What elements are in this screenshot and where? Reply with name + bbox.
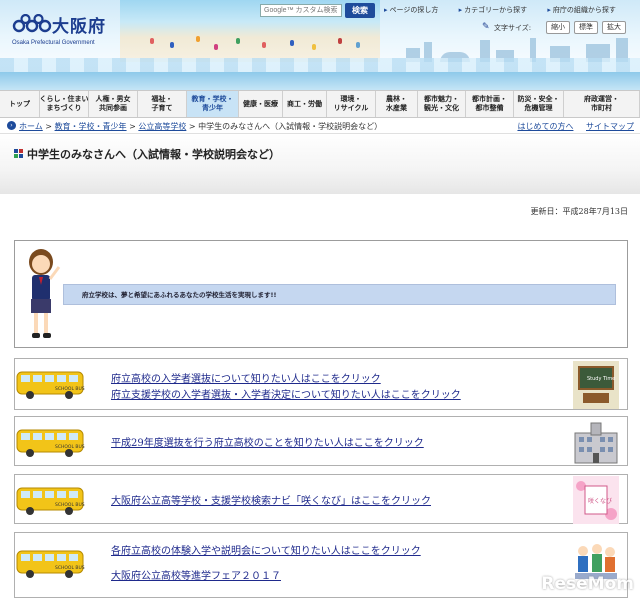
- student-girl-illustration: [21, 247, 61, 343]
- nav-item[interactable]: 健康・医療: [239, 91, 283, 117]
- svg-text:Study Time: Study Time: [587, 376, 615, 382]
- breadcrumb-current: 中学生のみなさんへ（入試情報・学校説明会など）: [198, 122, 383, 131]
- breadcrumb-home[interactable]: ホーム: [19, 122, 43, 131]
- row-link[interactable]: 府立高校の入学者選抜について知りたい人はここをクリック: [111, 370, 381, 385]
- logo-subtitle: Osaka Prefectural Government: [12, 40, 95, 46]
- updated-date: 更新日：平成28年7月13日: [530, 207, 628, 216]
- svg-text:SCHOOL BUS: SCHOOL BUS: [55, 502, 85, 508]
- school-bus-icon: SCHOOL BUS: [15, 424, 95, 460]
- top-link-by-organization[interactable]: ▸ 府庁の組織から探す: [547, 6, 625, 14]
- nav-item-label: トップ: [9, 99, 30, 108]
- nav-item-label: 教育・学校・ 青少年: [191, 95, 234, 112]
- svg-text:SCHOOL BUS: SCHOOL BUS: [55, 386, 85, 392]
- svg-text:SCHOOL BUS: SCHOOL BUS: [55, 444, 85, 450]
- sakunavi-illustration: 咲くなび: [573, 476, 619, 524]
- nav-item[interactable]: 教育・学校・ 青少年: [187, 91, 239, 117]
- sitemap-link[interactable]: サイトマップ: [586, 122, 634, 131]
- row-link[interactable]: 府立支援学校の入学者選抜・入学者決定について知りたい人はここをクリック: [111, 386, 461, 401]
- breadcrumb: › ホーム > 教育・学校・青少年 > 公立高等学校 > 中学生のみなさんへ（入…: [0, 118, 640, 134]
- nav-item[interactable]: くらし・住まい まちづくり: [40, 91, 89, 117]
- link-row: SCHOOL BUS 大阪府公立高等学校・支援学校検索ナビ「咲くなび」はここをクリ…: [14, 474, 628, 524]
- nav-item-label: くらし・住まい まちづくり: [39, 95, 89, 112]
- svg-text:SCHOOL BUS: SCHOOL BUS: [55, 565, 85, 571]
- nav-item[interactable]: 府政運営・ 市町村: [564, 91, 640, 117]
- search-input[interactable]: Google™ カスタム検索: [260, 4, 342, 17]
- arrow-icon: ▸: [547, 6, 551, 14]
- watermark: ReseMom: [541, 574, 634, 594]
- nav-item-label: 府政運営・ 市町村: [584, 95, 619, 112]
- global-nav: トップ くらし・住まい まちづくり 人権・男女 共同参画 福祉・ 子育て 教育・学校・ …: [0, 90, 640, 118]
- nav-item-label: 都市計画・ 都市整備: [472, 95, 507, 112]
- nav-item-label: 都市魅力・ 観光・文化: [424, 95, 459, 112]
- breadcrumb-highschool[interactable]: 公立高等学校: [138, 122, 186, 131]
- board-illustration: Study Time: [573, 361, 619, 409]
- intro-box: 府立学校は、夢と希望にあふれるあなたの学校生活を実現します!!: [14, 240, 628, 348]
- font-size-large-button[interactable]: 拡大: [602, 21, 626, 34]
- logo-name: 大阪府: [52, 17, 106, 37]
- font-size-label: 文字サイズ:: [494, 24, 532, 32]
- school-bus-icon: SCHOOL BUS: [15, 482, 95, 518]
- nav-item[interactable]: 環境・ リサイクル: [327, 91, 376, 117]
- page-title-bar: 中学生のみなさんへ（入試情報・学校説明会など）: [0, 134, 640, 194]
- text-size-icon: ✎: [482, 22, 490, 32]
- nav-item[interactable]: 防災・安全・ 危機管理: [514, 91, 564, 117]
- breadcrumb-education[interactable]: 教育・学校・青少年: [55, 122, 127, 131]
- title-squares-icon: [14, 149, 23, 158]
- link-row: SCHOOL BUS 府立高校の入学者選抜について知りたい人はここをクリック 府立支…: [14, 358, 628, 410]
- top-link-how-to-find[interactable]: ▸ ページの探し方: [384, 6, 447, 14]
- first-time-link[interactable]: はじめての方へ: [517, 122, 573, 131]
- nav-item-label: 農林・ 水産業: [386, 95, 407, 112]
- search-button[interactable]: 検索: [345, 3, 375, 18]
- row-link[interactable]: 大阪府公立高校等進学フェア２０１７: [111, 567, 281, 582]
- nav-item[interactable]: 商工・労働: [283, 91, 327, 117]
- font-size-small-button[interactable]: 縮小: [546, 21, 570, 34]
- row-link[interactable]: 大阪府公立高等学校・支援学校検索ナビ「咲くなび」はここをクリック: [111, 492, 431, 507]
- nav-item[interactable]: 農林・ 水産業: [376, 91, 418, 117]
- nav-item-label: 環境・ リサイクル: [333, 95, 369, 112]
- nav-item[interactable]: 都市魅力・ 観光・文化: [418, 91, 466, 117]
- nav-item[interactable]: 都市計画・ 都市整備: [466, 91, 514, 117]
- wave-band: [0, 72, 640, 90]
- nav-item-label: 福祉・ 子育て: [151, 95, 173, 112]
- osaka-emblem-icon: [12, 13, 52, 36]
- building-illustration: [573, 419, 619, 467]
- osaka-logo[interactable]: 大阪府 Osaka Prefectural Government: [8, 12, 118, 52]
- arrow-icon: ▸: [384, 6, 388, 14]
- top-link-by-category[interactable]: ▸ カテゴリーから探す: [459, 6, 537, 14]
- nav-item-label: 防災・安全・ 危機管理: [517, 95, 560, 112]
- nav-item-label: 人権・男女 共同参画: [95, 95, 131, 112]
- intro-message: 府立学校は、夢と希望にあふれるあなたの学校生活を実現します!!: [63, 284, 616, 305]
- arrow-icon: ▸: [458, 6, 463, 14]
- link-row: SCHOOL BUS 平成29年度選抜を行う府立高校のことを知りたい人はここをクリ…: [14, 416, 628, 466]
- header-banner: 大阪府 Osaka Prefectural Government Google™…: [0, 0, 640, 90]
- top-links: ▸ ページの探し方 ▸ カテゴリーから探す ▸ 府庁の組織から探す: [384, 5, 640, 15]
- svg-text:咲くなび: 咲くなび: [588, 497, 612, 505]
- home-icon: ›: [7, 121, 16, 130]
- row-link[interactable]: 各府立高校の体験入学や説明会について知りたい人はここをクリック: [111, 542, 421, 557]
- font-size-normal-button[interactable]: 標準: [574, 21, 598, 34]
- row-link[interactable]: 平成29年度選抜を行う府立高校のことを知りたい人はここをクリック: [111, 434, 424, 449]
- nav-item-label: 商工・労働: [287, 99, 322, 108]
- page-title: 中学生のみなさんへ（入試情報・学校説明会など）: [27, 148, 280, 161]
- school-bus-icon: SCHOOL BUS: [15, 545, 95, 581]
- nav-item-label: 健康・医療: [243, 99, 278, 108]
- link-row: SCHOOL BUS 各府立高校の体験入学や説明会について知りたい人はここをクリッ…: [14, 532, 628, 598]
- school-bus-icon: SCHOOL BUS: [15, 366, 95, 402]
- nav-item[interactable]: トップ: [0, 91, 40, 117]
- nav-item[interactable]: 人権・男女 共同参画: [89, 91, 138, 117]
- nav-item[interactable]: 福祉・ 子育て: [138, 91, 187, 117]
